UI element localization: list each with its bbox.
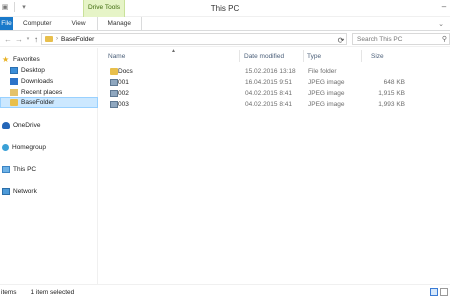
file-date: 04.02.2015 8:41	[245, 90, 292, 97]
nav-item-desktop[interactable]: Desktop	[0, 65, 98, 76]
nav-item-basefolder[interactable]: BaseFolder	[0, 97, 98, 108]
tab-view[interactable]: View	[62, 17, 96, 30]
folder-icon	[10, 99, 18, 106]
sort-ascending-icon: ▲	[171, 48, 176, 54]
file-row-docs[interactable]: Docs 15.02.2016 13:18 File folder	[103, 66, 413, 77]
image-icon	[110, 101, 118, 108]
customize-toolbar-icon[interactable]: ▾	[19, 2, 29, 12]
column-header-name[interactable]: Name	[108, 50, 125, 62]
navigation-bar: ← → ▾ ↑ › BaseFolder ⌄ ⟳ ⚲	[0, 31, 450, 47]
file-row-001[interactable]: 001 16.04.2015 9:51 JPEG image 648 KB	[103, 77, 413, 88]
file-list: ▲ Name Date modified Type Size Docs 15.0…	[99, 48, 450, 284]
tab-manage[interactable]: Manage	[96, 17, 143, 30]
file-name: 002	[118, 90, 129, 97]
file-type: JPEG image	[308, 79, 345, 86]
nav-item-downloads[interactable]: Downloads	[0, 76, 98, 87]
nav-favorites[interactable]: ★ Favorites	[0, 54, 98, 65]
file-size: 1,915 KB	[378, 90, 405, 97]
contextual-tab-label: Drive Tools	[87, 4, 121, 11]
address-bar[interactable]: › BaseFolder ⌄	[41, 33, 347, 45]
status-bar: items 1 item selected	[0, 284, 450, 300]
window-controls: –	[438, 0, 450, 12]
column-header-date[interactable]: Date modified	[244, 50, 284, 62]
homegroup-icon	[2, 144, 9, 151]
column-divider[interactable]	[239, 50, 240, 62]
view-toggle	[430, 288, 448, 296]
window-title: This PC	[210, 4, 240, 13]
nav-homegroup[interactable]: Homegroup	[0, 142, 98, 153]
file-type: File folder	[308, 68, 337, 75]
nav-network[interactable]: Network	[0, 186, 98, 197]
minimize-icon[interactable]: –	[438, 0, 450, 12]
desktop-icon	[10, 67, 18, 74]
file-name: 003	[118, 101, 129, 108]
file-size: 648 KB	[383, 79, 405, 86]
recent-places-icon	[10, 89, 18, 96]
expand-ribbon-icon[interactable]: ⌄	[436, 19, 446, 29]
refresh-icon[interactable]: ⟳	[336, 35, 346, 45]
tab-computer[interactable]: Computer	[13, 17, 62, 30]
nav-this-pc[interactable]: This PC	[0, 164, 98, 175]
file-type: JPEG image	[308, 90, 345, 97]
image-icon	[110, 90, 118, 97]
column-divider[interactable]	[303, 50, 304, 62]
computer-icon	[2, 166, 10, 173]
folder-icon	[110, 68, 118, 75]
folder-icon	[45, 36, 53, 42]
file-name: Docs	[118, 68, 133, 75]
address-path[interactable]: BaseFolder	[61, 36, 94, 43]
contextual-tab-drive-tools: Drive Tools	[83, 0, 125, 17]
search-box[interactable]: ⚲	[352, 33, 450, 45]
title-bar: ▣ ▾ Drive Tools This PC –	[0, 0, 450, 17]
file-type: JPEG image	[308, 101, 345, 108]
ribbon-tabs: File Computer View Manage	[0, 17, 450, 31]
column-divider[interactable]	[361, 50, 362, 62]
network-icon	[2, 188, 10, 195]
file-date: 15.02.2016 13:18	[245, 68, 296, 75]
status-selection: 1 item selected	[30, 289, 75, 296]
navigation-pane: ★ Favorites Desktop Downloads Recent pla…	[0, 48, 98, 284]
file-row-002[interactable]: 002 04.02.2015 8:41 JPEG image 1,915 KB	[103, 88, 413, 99]
quick-access-toolbar: ▣ ▾	[0, 2, 29, 12]
search-input[interactable]	[357, 35, 437, 43]
nav-onedrive[interactable]: OneDrive	[0, 120, 98, 131]
column-header-size[interactable]: Size	[371, 50, 384, 62]
up-icon[interactable]: ↑	[31, 34, 41, 44]
column-header-type[interactable]: Type	[307, 50, 321, 62]
file-size: 1,993 KB	[378, 101, 405, 108]
cloud-icon	[2, 122, 10, 129]
search-icon[interactable]: ⚲	[442, 35, 447, 43]
back-icon[interactable]: ←	[3, 34, 13, 44]
file-name: 001	[118, 79, 129, 86]
large-icons-view-icon[interactable]	[440, 288, 448, 296]
chevron-right-icon[interactable]: ›	[56, 36, 58, 42]
status-item-count: items	[1, 289, 17, 296]
star-icon: ★	[2, 55, 10, 64]
details-view-icon[interactable]	[430, 288, 438, 296]
properties-icon[interactable]: ▣	[0, 2, 10, 12]
image-icon	[110, 79, 118, 86]
toolbar-divider	[14, 2, 15, 12]
file-date: 16.04.2015 9:51	[245, 79, 292, 86]
file-date: 04.02.2015 8:41	[245, 101, 292, 108]
downloads-icon	[10, 78, 18, 85]
tab-file[interactable]: File	[0, 17, 13, 30]
file-row-003[interactable]: 003 04.02.2015 8:41 JPEG image 1,993 KB	[103, 99, 413, 110]
